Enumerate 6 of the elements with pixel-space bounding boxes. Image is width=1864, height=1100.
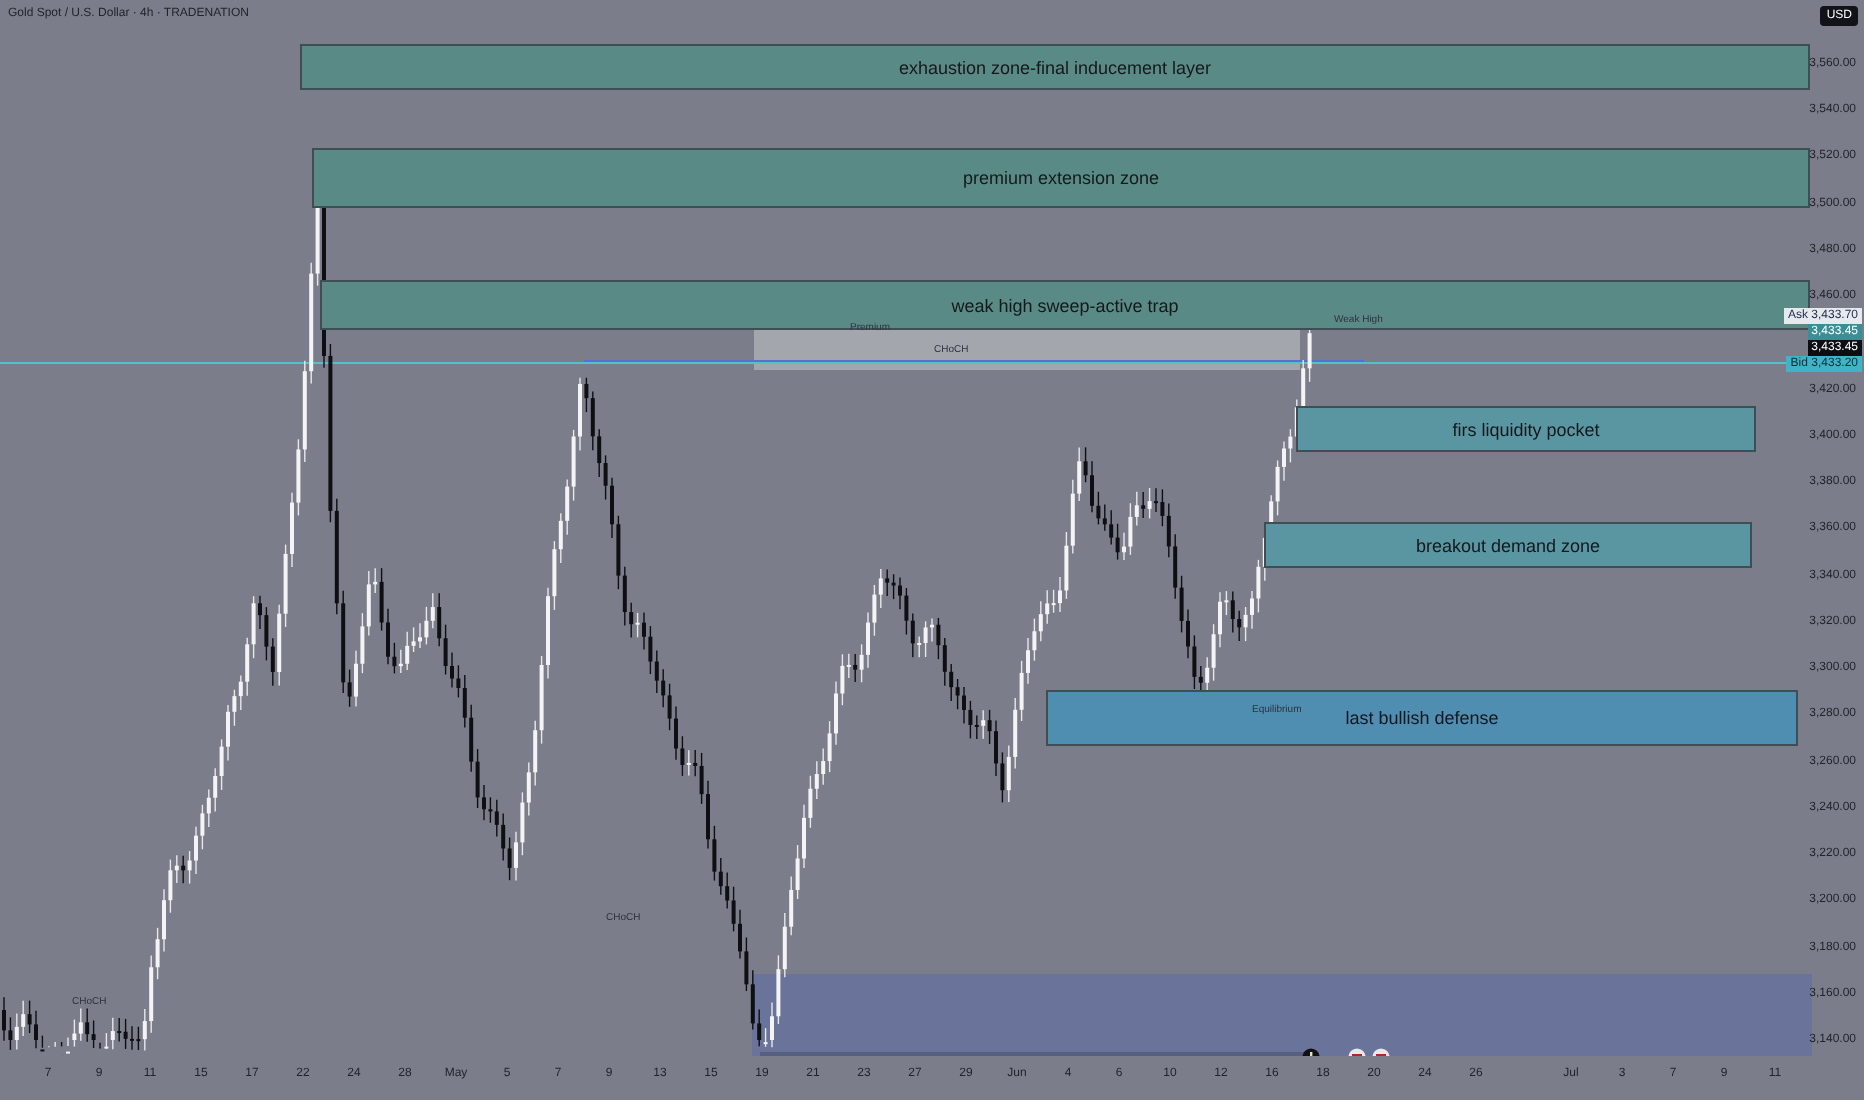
zone-label: premium extension zone (962, 168, 1160, 188)
zone-label: exhaustion zone-final inducement layer (898, 57, 1212, 77)
zone-label: firs liquidity pocket (1452, 419, 1600, 439)
zone-label: breakout demand zone (1415, 535, 1601, 555)
zone-label: weak high sweep-active trap (951, 295, 1179, 315)
zone-label: last bullish defense (1345, 708, 1499, 728)
